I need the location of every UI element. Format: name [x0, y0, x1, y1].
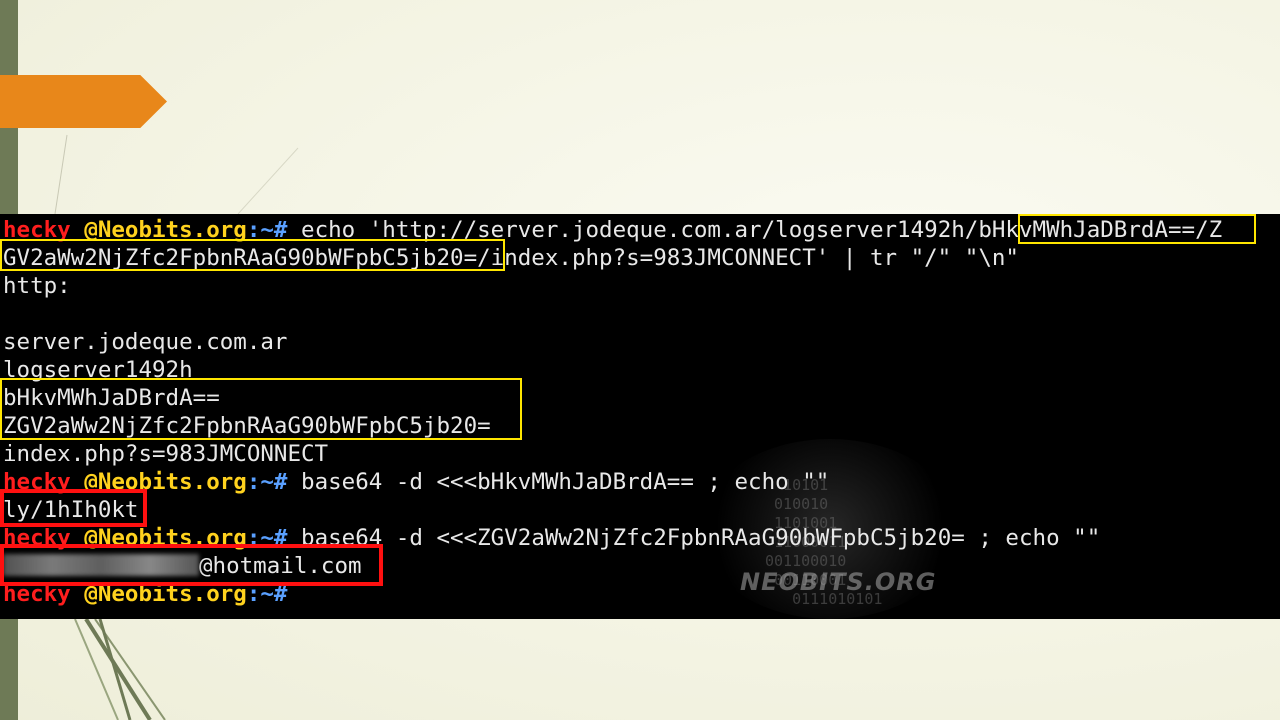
terminal-command-line: hecky @Neobits.org:~# base64 -d <<<bHkvM…: [3, 468, 1222, 496]
highlight-box-first-encoded-segment: [1018, 214, 1256, 244]
terminal-output-line: ly/1hIh0kt: [3, 497, 139, 523]
highlight-box-decoded-password: [0, 489, 147, 527]
prompt-path: :~#: [246, 469, 288, 495]
terminal-output-line: index.php?s=983JMCONNECT: [3, 441, 329, 467]
command-text: base64 -d <<<bHkvMWhJaDBrdA== ; echo "": [287, 469, 830, 495]
terminal-output-line: server.jodeque.com.ar: [3, 329, 288, 355]
terminal-screenshot: 10101 010010 1101001 11000011 001100010 …: [0, 214, 1280, 619]
command-text: base64 -d <<<ZGV2aWw2NjZfc2FpbnRAaG90bWF…: [287, 525, 1101, 551]
highlight-box-encoded-lines: [0, 378, 522, 440]
highlight-box-second-encoded-segment: [0, 239, 505, 271]
highlight-box-decoded-email: [0, 544, 383, 586]
terminal-output-line: http:: [3, 273, 71, 299]
